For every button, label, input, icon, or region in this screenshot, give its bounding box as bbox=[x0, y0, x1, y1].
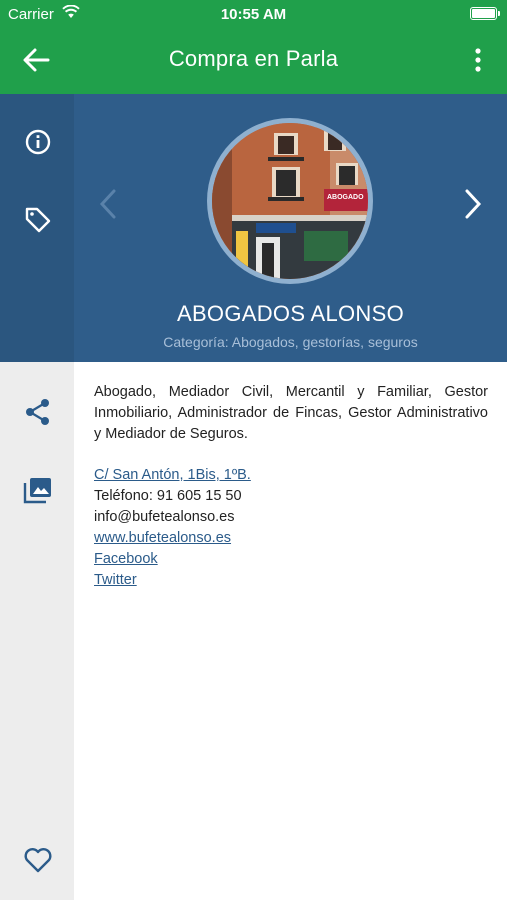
info-icon[interactable] bbox=[22, 126, 54, 158]
back-button[interactable] bbox=[22, 47, 50, 73]
facebook-link[interactable]: Facebook bbox=[94, 551, 158, 567]
business-category: Categoría: Abogados, gestorías, seguros bbox=[163, 334, 418, 350]
gallery-icon[interactable] bbox=[22, 474, 54, 506]
building-illustration: ABOGADO bbox=[212, 123, 368, 279]
previous-arrow-icon[interactable] bbox=[96, 187, 122, 221]
business-description: Abogado, Mediador Civil, Mercantil y Fam… bbox=[94, 384, 488, 442]
action-sidebar bbox=[0, 362, 74, 900]
address-link[interactable]: C/ San Antón, 1Bis, 1ºB. bbox=[94, 467, 251, 483]
share-icon[interactable] bbox=[22, 396, 54, 428]
tag-icon[interactable] bbox=[22, 204, 54, 236]
app-header: Carrier 10:55 AM Compra en Parla bbox=[0, 0, 507, 94]
website-link[interactable]: www.bufetealonso.es bbox=[94, 530, 231, 546]
business-photo-frame: ABOGADO bbox=[207, 118, 373, 284]
clock: 10:55 AM bbox=[220, 6, 287, 23]
more-options-button[interactable] bbox=[467, 47, 489, 73]
battery-icon bbox=[470, 7, 500, 20]
heart-icon[interactable] bbox=[22, 844, 54, 876]
next-arrow-icon[interactable] bbox=[459, 187, 485, 221]
business-details: Abogado, Mediador Civil, Mercantil y Fam… bbox=[94, 382, 488, 591]
status-bar: Carrier 10:55 AM bbox=[0, 0, 507, 28]
twitter-link[interactable]: Twitter bbox=[94, 572, 137, 588]
email-text: info@bufetealonso.es bbox=[94, 509, 235, 525]
hero-rail bbox=[0, 94, 74, 362]
business-name: ABOGADOS ALONSO bbox=[176, 301, 404, 326]
phone-text: Teléfono: 91 605 15 50 bbox=[94, 488, 242, 504]
business-photo[interactable]: ABOGADO bbox=[212, 123, 368, 279]
contact-info: C/ San Antón, 1Bis, 1ºB. Teléfono: 91 60… bbox=[94, 465, 488, 591]
page-title: Compra en Parla bbox=[168, 46, 339, 71]
photo-sign-text: ABOGADO bbox=[327, 194, 364, 201]
business-hero: ABOGADO ABOGADOS ALONSO Categoría: Aboga… bbox=[0, 94, 507, 362]
